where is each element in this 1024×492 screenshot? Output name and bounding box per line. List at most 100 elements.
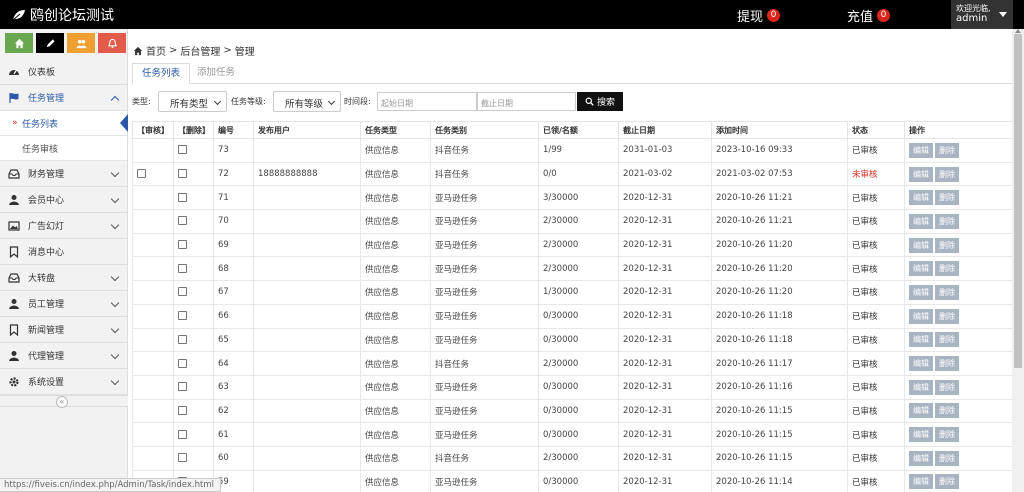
breadcrumb-current: 管理 bbox=[234, 47, 255, 58]
delete-checkbox[interactable] bbox=[178, 382, 187, 392]
publisher-cell bbox=[253, 185, 361, 211]
sidebar-item-settings[interactable]: 系统设置 bbox=[0, 369, 127, 395]
delete-checkbox[interactable] bbox=[178, 311, 187, 321]
delete-checkbox[interactable] bbox=[178, 145, 187, 155]
sidebar-subitem-label: 任务审核 bbox=[22, 144, 59, 155]
delete-checkbox[interactable] bbox=[178, 240, 187, 250]
scroll-up-arrow-icon[interactable] bbox=[1015, 29, 1021, 33]
edit-button[interactable]: 编辑 bbox=[909, 284, 933, 300]
delete-checkbox[interactable] bbox=[178, 216, 187, 226]
edit-button[interactable]: 编辑 bbox=[909, 427, 933, 443]
delete-button[interactable]: 删除 bbox=[935, 213, 959, 229]
edit-button[interactable]: 编辑 bbox=[909, 237, 933, 253]
delete-checkbox[interactable] bbox=[178, 192, 187, 202]
sidebar-item-wheel[interactable]: 大转盘 bbox=[0, 265, 127, 291]
tab-add-task[interactable]: 添加任务 bbox=[188, 63, 244, 84]
pencil-shortcut-button[interactable] bbox=[36, 33, 64, 53]
delete-button[interactable]: 删除 bbox=[935, 237, 959, 253]
sidebar-item-dashboard[interactable]: 仪表板 bbox=[0, 59, 127, 85]
sidebar-item-members[interactable]: 会员中心 bbox=[0, 187, 127, 213]
bell-shortcut-button[interactable] bbox=[98, 33, 126, 53]
withdraw-link[interactable]: 提现 0 bbox=[737, 6, 781, 25]
scrollbar-thumb[interactable] bbox=[1014, 34, 1022, 368]
home-shortcut-button[interactable] bbox=[5, 33, 33, 53]
table-row: 65 供应信息 亚马逊任务 0/30000 2020-12-31 2020-10-26 1… bbox=[132, 327, 1012, 353]
delete-button[interactable]: 删除 bbox=[935, 142, 959, 158]
leaf-icon bbox=[12, 10, 25, 21]
edit-button[interactable]: 编辑 bbox=[909, 142, 933, 158]
table-row: 73 供应信息 抖音任务 1/99 2031-01-03 2023-10-16 09:33… bbox=[132, 138, 1012, 163]
task-id-cell: 66 bbox=[213, 303, 254, 329]
delete-checkbox[interactable] bbox=[178, 358, 187, 368]
sidebar-item-agents[interactable]: 代理管理 bbox=[0, 343, 127, 369]
edit-button[interactable]: 编辑 bbox=[909, 332, 933, 348]
level-select[interactable]: 所有等级 bbox=[273, 91, 341, 112]
quota-cell: 2/30000 bbox=[538, 256, 619, 282]
delete-checkbox[interactable] bbox=[178, 287, 187, 297]
collapse-sidebar-button[interactable]: « bbox=[56, 396, 68, 408]
search-button[interactable]: 搜索 bbox=[577, 92, 623, 111]
delete-button[interactable]: 删除 bbox=[935, 308, 959, 324]
recharge-link[interactable]: 充值 0 bbox=[847, 6, 891, 25]
edit-button[interactable]: 编辑 bbox=[909, 261, 933, 277]
audit-cell bbox=[132, 209, 174, 234]
edit-button[interactable]: 编辑 bbox=[909, 308, 933, 324]
sidebar-subitem-task-list[interactable]: » 任务列表 bbox=[0, 111, 128, 136]
sidebar-item-ads[interactable]: 广告幻灯 bbox=[0, 213, 127, 239]
status-cell: 已审核 bbox=[847, 374, 905, 400]
actions-cell: 编辑 删除 bbox=[904, 303, 1012, 329]
delete-button[interactable]: 删除 bbox=[935, 332, 959, 348]
sidebar-item-news[interactable]: 新闻管理 bbox=[0, 317, 127, 343]
edit-button[interactable]: 编辑 bbox=[909, 403, 933, 419]
audit-cell bbox=[132, 256, 174, 282]
delete-checkbox[interactable] bbox=[178, 263, 187, 273]
delete-checkbox[interactable] bbox=[178, 405, 187, 415]
delete-checkbox[interactable] bbox=[178, 429, 187, 439]
delete-checkbox[interactable] bbox=[178, 169, 187, 179]
chevron-down-icon bbox=[110, 298, 120, 308]
breadcrumb-home[interactable]: 首页 bbox=[146, 43, 166, 58]
actions-cell: 编辑 删除 bbox=[904, 256, 1012, 282]
delete-button[interactable]: 删除 bbox=[935, 379, 959, 395]
audit-checkbox[interactable] bbox=[137, 169, 146, 179]
sidebar-item-finance[interactable]: 财务管理 bbox=[0, 161, 127, 187]
start-date-input[interactable]: 起始日期 bbox=[377, 92, 477, 111]
actions-cell: 编辑 删除 bbox=[904, 138, 1012, 163]
delete-button[interactable]: 删除 bbox=[935, 166, 959, 182]
delete-button[interactable]: 删除 bbox=[935, 261, 959, 277]
edit-button[interactable]: 编辑 bbox=[909, 356, 933, 372]
sidebar-item-staff[interactable]: 员工管理 bbox=[0, 291, 127, 317]
delete-button[interactable]: 删除 bbox=[935, 403, 959, 419]
delete-button[interactable]: 删除 bbox=[935, 190, 959, 206]
user-menu[interactable]: 欢迎光临, admin bbox=[951, 0, 1013, 29]
edit-button[interactable]: 编辑 bbox=[909, 190, 933, 206]
sidebar-item-label: 仪表板 bbox=[28, 68, 56, 78]
sidebar-item-messages[interactable]: 消息中心 bbox=[0, 239, 127, 265]
delete-button[interactable]: 删除 bbox=[935, 450, 959, 466]
delete-checkbox[interactable] bbox=[178, 334, 187, 344]
delete-button[interactable]: 删除 bbox=[935, 356, 959, 372]
deadline-cell: 2020-12-31 bbox=[618, 232, 712, 258]
edit-button[interactable]: 编辑 bbox=[909, 166, 933, 182]
edit-button[interactable]: 编辑 bbox=[909, 379, 933, 395]
edit-button[interactable]: 编辑 bbox=[909, 450, 933, 466]
task-category-cell: 亚马逊任务 bbox=[430, 280, 539, 305]
type-select[interactable]: 所有类型 bbox=[158, 91, 227, 112]
sidebar-item-task-management[interactable]: 任务管理 bbox=[0, 85, 127, 111]
edit-button[interactable]: 编辑 bbox=[909, 474, 933, 490]
delete-button[interactable]: 删除 bbox=[935, 284, 959, 300]
breadcrumb-section[interactable]: 后台管理 bbox=[180, 43, 220, 58]
sidebar-subitem-task-review[interactable]: 任务审核 bbox=[0, 136, 127, 161]
task-category-cell: 亚马逊任务 bbox=[430, 209, 539, 234]
delete-cell bbox=[173, 351, 214, 376]
sidebar-subitem-label: 任务列表 bbox=[22, 119, 59, 130]
brand[interactable]: 鸥创论坛测试 bbox=[12, 5, 114, 25]
page-scrollbar[interactable] bbox=[1012, 29, 1024, 492]
tab-task-list[interactable]: 任务列表 bbox=[132, 63, 191, 84]
end-date-input[interactable]: 截止日期 bbox=[477, 92, 576, 111]
delete-checkbox[interactable] bbox=[178, 453, 187, 463]
delete-button[interactable]: 删除 bbox=[935, 474, 959, 490]
delete-button[interactable]: 删除 bbox=[935, 427, 959, 443]
edit-button[interactable]: 编辑 bbox=[909, 213, 933, 229]
users-shortcut-button[interactable] bbox=[67, 33, 95, 53]
